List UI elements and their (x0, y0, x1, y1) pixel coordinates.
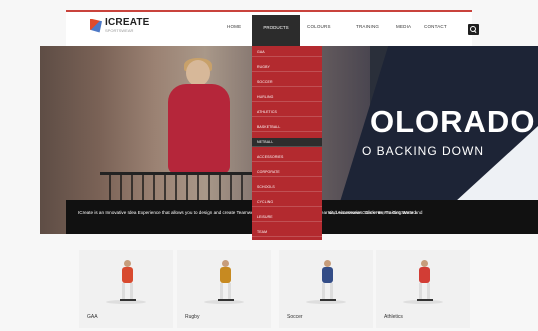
athlete-icon (117, 260, 139, 302)
athlete-jersey (419, 267, 430, 283)
athlete-legs (322, 283, 333, 300)
sport-cards: GAA Rugby Soccer Athletics (0, 250, 538, 331)
nav-item-products-label: PRODUCTS (263, 25, 289, 30)
athlete-head (421, 260, 428, 267)
athlete-icon (317, 260, 339, 302)
search-icon[interactable] (468, 24, 479, 35)
hero-headline: OLORADO (370, 104, 536, 139)
page: ICREATE SPORTSWEAR HOME COLOURS TRAINING… (0, 0, 538, 331)
dropdown-item-label: LEISURE (257, 215, 273, 219)
dropdown-item-label: ACCESSORIES (257, 155, 284, 159)
card-label-soccer: Soccer (287, 314, 303, 320)
athlete-head (124, 260, 131, 267)
dropdown-item-label: TEAM (257, 230, 268, 234)
athlete-icon (215, 260, 237, 302)
dropdown-item-accessories[interactable]: ACCESSORIES (252, 153, 322, 162)
dropdown-item-corporate[interactable]: CORPORATE (252, 168, 322, 177)
head-shape (186, 60, 210, 86)
dropdown-item-label: NETBALL (257, 140, 274, 144)
athlete-jersey (322, 267, 333, 283)
nav-item-training[interactable]: TRAINING (356, 24, 379, 29)
dropdown-item-label: RUGBY (257, 65, 270, 69)
dropdown-item-label: CYCLING (257, 200, 274, 204)
athlete-shoes (218, 299, 234, 301)
dropdown-item-leisure[interactable]: LEISURE (252, 213, 322, 222)
athlete-jersey (220, 267, 231, 283)
nav-item-contact[interactable]: CONTACT (424, 24, 447, 29)
dropdown-item-soccer[interactable]: SOCCER (252, 78, 322, 87)
nav-item-home[interactable]: HOME (227, 24, 241, 29)
dropdown-item-rugby[interactable]: RUGBY (252, 63, 322, 72)
athlete-shoes (120, 299, 136, 301)
dropdown-item-hurling[interactable]: HURLING (252, 93, 322, 102)
dropdown-item-schools[interactable]: SCHOOLS (252, 183, 322, 192)
hero-subline: O BACKING DOWN (362, 144, 485, 158)
card-label-rugby: Rugby (185, 314, 200, 320)
card-athletics[interactable]: Athletics (376, 250, 470, 328)
athlete-legs (220, 283, 231, 300)
dropdown-item-label: SOCCER (257, 80, 273, 84)
athlete-head (324, 260, 331, 267)
athlete-shoes (417, 299, 433, 301)
dropdown-item-label: BASKETBALL (257, 125, 281, 129)
nav-item-colours[interactable]: COLOURS (307, 24, 331, 29)
dropdown-item-basketball[interactable]: BASKETBALL (252, 123, 322, 132)
card-rugby[interactable]: Rugby (177, 250, 271, 328)
nav-item-media[interactable]: MEDIA (396, 24, 411, 29)
card-gaa[interactable]: GAA (79, 250, 173, 328)
dropdown-item-label: CORPORATE (257, 170, 280, 174)
athlete-head (222, 260, 229, 267)
athlete-jersey (122, 267, 133, 283)
dropdown-item-label: SCHOOLS (257, 185, 275, 189)
dropdown-item-team[interactable]: TEAM (252, 228, 322, 237)
card-label-gaa: GAA (87, 314, 98, 320)
card-label-athletics: Athletics (384, 314, 403, 320)
athlete-shoes (320, 299, 336, 301)
athlete-icon (414, 260, 436, 302)
athlete-legs (122, 283, 133, 300)
dropdown-item-gaa[interactable]: GAA (252, 48, 322, 57)
card-soccer[interactable]: Soccer (279, 250, 373, 328)
dropdown-item-label: ATHLETICS (257, 110, 277, 114)
athlete-legs (419, 283, 430, 300)
dropdown-item-cycling[interactable]: CYCLING (252, 198, 322, 207)
dropdown-item-athletics[interactable]: ATHLETICS (252, 108, 322, 117)
jacket-shape (168, 84, 230, 174)
dropdown-item-netball[interactable]: NETBALL (252, 138, 322, 147)
dropdown-item-label: GAA (257, 50, 265, 54)
dropdown-item-label: HURLING (257, 95, 274, 99)
products-dropdown: GAA RUGBY SOCCER HURLING ATHLETICS BASKE… (252, 46, 322, 240)
hero-caption-right: Kit, Leisurewear Garments, Training Wear… (328, 210, 423, 215)
nav-item-products[interactable]: PRODUCTS (252, 15, 300, 46)
